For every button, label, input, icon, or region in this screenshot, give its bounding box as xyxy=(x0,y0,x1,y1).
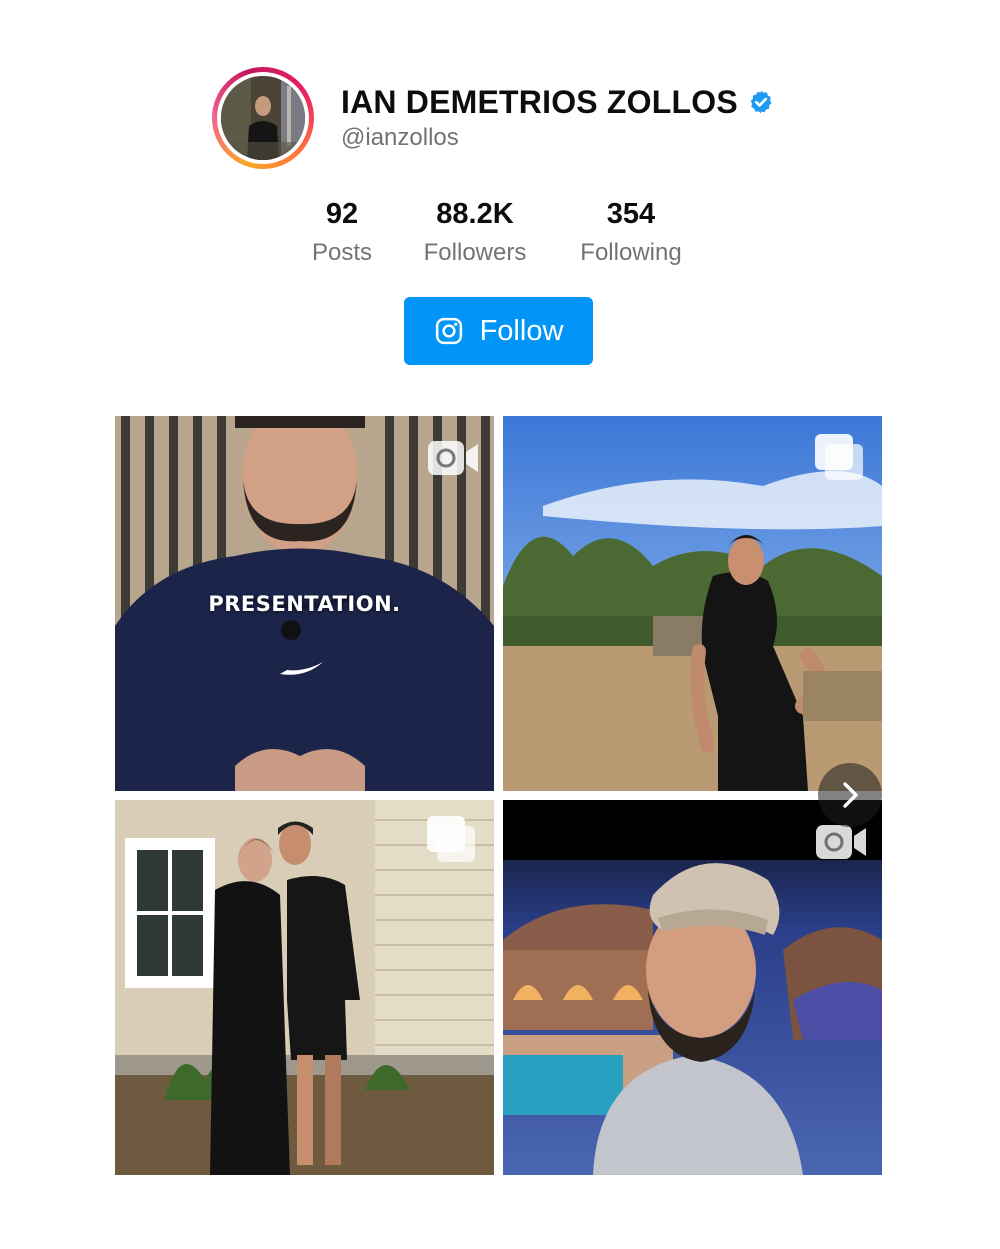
carousel-icon xyxy=(815,434,863,480)
post-tile-4[interactable] xyxy=(503,800,882,1175)
instagram-icon xyxy=(435,317,462,345)
display-name: IAN DEMETRIOS ZOLLOS xyxy=(341,83,738,120)
post-tile-1[interactable]: PRESENTATION. xyxy=(115,416,494,791)
avatar-photo xyxy=(221,76,305,160)
profile-header: IAN DEMETRIOS ZOLLOS @ianzollos 92 Posts… xyxy=(0,0,1000,400)
post-tile-2[interactable] xyxy=(503,416,882,791)
stat-followers-label: Followers xyxy=(423,239,527,266)
post-tile-3[interactable] xyxy=(115,800,494,1175)
stat-posts-label: Posts xyxy=(311,239,373,266)
profile-handle: @ianzollos xyxy=(341,124,459,151)
carousel-icon xyxy=(427,816,475,862)
carousel-next-button[interactable] xyxy=(818,763,882,827)
stat-followers-value: 88.2K xyxy=(436,198,514,230)
stat-following-value: 354 xyxy=(606,198,656,230)
name-row: IAN DEMETRIOS ZOLLOS xyxy=(341,80,774,124)
avatar[interactable] xyxy=(212,67,314,169)
follow-button[interactable]: Follow xyxy=(404,297,593,365)
verified-badge-icon xyxy=(750,90,772,114)
chevron-right-icon xyxy=(843,782,858,808)
video-camera-icon xyxy=(428,441,478,475)
stat-posts-value: 92 xyxy=(325,198,359,230)
profile-stats: 92 Posts 88.2K Followers 354 Following xyxy=(0,196,1000,276)
post-1-caption: PRESENTATION. xyxy=(208,592,401,616)
stat-posts[interactable]: 92 Posts xyxy=(302,196,382,270)
follow-button-label: Follow xyxy=(479,314,564,347)
stat-following[interactable]: 354 Following xyxy=(566,196,696,270)
video-camera-icon xyxy=(816,825,866,859)
stat-followers[interactable]: 88.2K Followers xyxy=(410,196,540,270)
stat-following-label: Following xyxy=(580,239,682,266)
